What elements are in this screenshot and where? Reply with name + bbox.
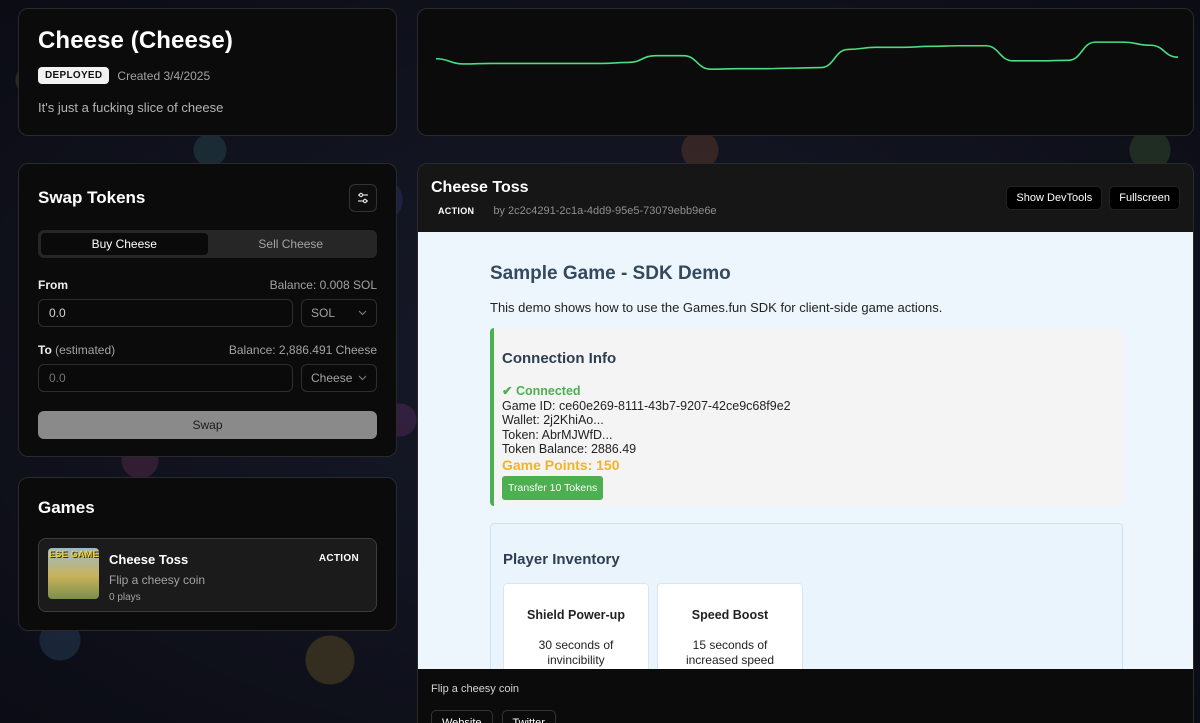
game-author: by 2c2c4291-2c1a-4dd9-95e5-73079ebb9e6e bbox=[493, 205, 717, 217]
inventory-item-name: Speed Boost bbox=[691, 608, 769, 622]
demo-intro: This demo shows how to use the Games.fun… bbox=[490, 300, 943, 315]
token-description: It's just a fucking slice of cheese bbox=[38, 100, 224, 115]
from-amount-input[interactable] bbox=[38, 299, 293, 327]
transfer-tokens-button[interactable]: Transfer 10 Tokens bbox=[502, 475, 604, 500]
game-panel-category: ACTION bbox=[438, 206, 475, 216]
from-token-select[interactable]: SOL bbox=[301, 299, 377, 327]
token-balance: Token Balance: 2886.49 bbox=[502, 442, 637, 456]
connected-status: ✔ Connected bbox=[502, 384, 581, 398]
inventory-title: Player Inventory bbox=[503, 551, 620, 568]
game-panel: Cheese Toss ACTION by 2c2c4291-2c1a-4dd9… bbox=[417, 163, 1194, 723]
wallet-address: Wallet: 2j2KhiAo... bbox=[502, 413, 604, 427]
price-line bbox=[435, 41, 1179, 70]
price-chart bbox=[435, 41, 1179, 70]
game-panel-footer: Flip a cheesy coin Website Twitter bbox=[418, 669, 1193, 723]
game-description: Flip a cheesy coin bbox=[109, 573, 206, 587]
game-id: Game ID: ce60e269-8111-43b7-9207-42ce9c6… bbox=[502, 398, 791, 413]
game-category-badge: ACTION bbox=[318, 553, 359, 564]
game-title: Cheese Toss bbox=[109, 552, 189, 567]
from-balance: Balance: 0.008 SOL bbox=[269, 278, 377, 292]
website-link[interactable]: Website bbox=[431, 710, 493, 723]
tab-buy[interactable]: Buy Cheese bbox=[41, 233, 208, 255]
swap-card: Swap Tokens Buy Cheese Sell Cheese From … bbox=[18, 163, 397, 457]
fullscreen-button[interactable]: Fullscreen bbox=[1109, 186, 1180, 210]
token-header-card: Cheese (Cheese) DEPLOYED Created 3/4/202… bbox=[18, 8, 397, 136]
swap-button[interactable]: Swap bbox=[38, 411, 377, 439]
created-date: Created 3/4/2025 bbox=[117, 68, 211, 83]
inventory-item-shield[interactable]: Shield Power-up 30 seconds of invincibil… bbox=[503, 583, 649, 669]
inventory-item-description: 30 seconds of invincibility bbox=[538, 638, 614, 667]
connection-info-title: Connection Info bbox=[502, 350, 617, 367]
from-label: From bbox=[38, 278, 68, 292]
tab-sell[interactable]: Sell Cheese bbox=[208, 233, 375, 255]
swap-title: Swap Tokens bbox=[38, 188, 146, 207]
settings-button[interactable] bbox=[349, 184, 377, 212]
to-token-value: Cheese bbox=[311, 371, 353, 385]
demo-heading: Sample Game - SDK Demo bbox=[490, 263, 731, 284]
to-amount-input[interactable] bbox=[38, 364, 293, 392]
game-list-item[interactable]: ESE GAME Cheese Toss Flip a cheesy coin … bbox=[38, 538, 377, 612]
to-label: To (estimated) bbox=[38, 343, 116, 357]
to-token-select[interactable]: Cheese bbox=[301, 364, 377, 392]
show-devtools-button[interactable]: Show DevTools bbox=[1006, 186, 1103, 210]
chevron-down-icon bbox=[358, 310, 367, 316]
status-badge: DEPLOYED bbox=[38, 67, 110, 84]
game-points: Game Points: 150 bbox=[502, 456, 620, 473]
from-token-value: SOL bbox=[311, 306, 336, 320]
game-footer-description: Flip a cheesy coin bbox=[431, 683, 520, 695]
player-inventory: Player Inventory Shield Power-up 30 seco… bbox=[490, 523, 1123, 669]
to-balance: Balance: 2,886.491 Cheese bbox=[228, 343, 377, 357]
inventory-item-description: 15 seconds of increased speed bbox=[685, 638, 775, 667]
token-title: Cheese (Cheese) bbox=[38, 27, 233, 54]
inventory-item-speed[interactable]: Speed Boost 15 seconds of increased spee… bbox=[657, 583, 803, 669]
games-card: Games ESE GAME Cheese Toss Flip a cheesy… bbox=[18, 477, 397, 631]
estimated-note: (estimated) bbox=[55, 343, 116, 357]
token-address: Token: AbrMJWfD... bbox=[502, 427, 613, 442]
game-thumbnail: ESE GAME bbox=[48, 548, 99, 599]
game-plays: 0 plays bbox=[109, 592, 141, 603]
game-iframe[interactable]: Sample Game - SDK Demo This demo shows h… bbox=[418, 232, 1193, 669]
games-title: Games bbox=[38, 498, 95, 517]
connection-info-box: Connection Info ✔ Connected Game ID: ce6… bbox=[490, 328, 1123, 506]
twitter-link[interactable]: Twitter bbox=[501, 710, 556, 723]
buy-sell-tabs: Buy Cheese Sell Cheese bbox=[38, 230, 377, 258]
chevron-down-icon bbox=[358, 375, 367, 381]
price-chart-card bbox=[417, 8, 1194, 136]
sliders-icon bbox=[358, 192, 368, 204]
inventory-item-name: Shield Power-up bbox=[527, 608, 625, 622]
